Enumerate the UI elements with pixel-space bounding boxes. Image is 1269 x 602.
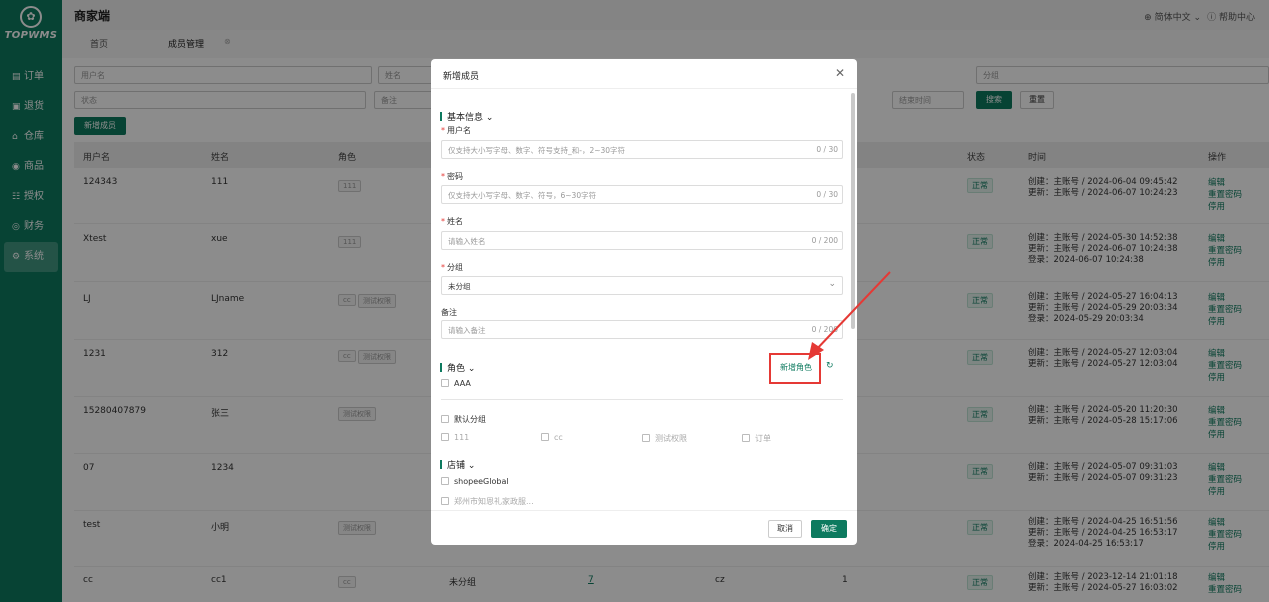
role-checkbox-aaa[interactable]: AAA — [441, 379, 471, 388]
chevron-down-icon: ⌄ — [465, 461, 476, 471]
group-label: * 分组 — [441, 263, 463, 272]
add-member-dialog: 新增成员 ✕ 基本信息 ⌄ * 用户名 仅支持大小写字母、数字、符号支持_和-，2… — [431, 59, 857, 545]
name-input[interactable]: 请输入姓名 0 / 200 — [441, 231, 843, 250]
cancel-button[interactable]: 取消 — [768, 520, 802, 538]
shop-checkbox-shopee[interactable]: shopeeGlobal — [441, 477, 509, 486]
basic-info-section[interactable]: 基本信息 ⌄ — [440, 110, 493, 123]
default-group-checkbox[interactable]: 默认分组 — [441, 414, 486, 425]
chevron-down-icon: ⌄ — [465, 364, 476, 374]
group-checkbox-test-permission[interactable]: 测试权限 — [642, 433, 687, 444]
confirm-button[interactable]: 确定 — [811, 520, 847, 538]
group-checkbox-cc[interactable]: cc — [541, 433, 563, 442]
username-label: * 用户名 — [441, 126, 471, 135]
annotation-arrow-icon — [808, 271, 891, 360]
username-input[interactable]: 仅支持大小写字母、数字、符号支持_和-，2~30字符 0 / 30 — [441, 140, 843, 159]
group-checkbox-order[interactable]: 订单 — [742, 433, 771, 444]
remark-input[interactable]: 请输入备注 0 / 200 — [441, 320, 843, 339]
shop-section[interactable]: 店铺 ⌄ — [440, 458, 475, 471]
chevron-down-icon: ⌄ — [483, 113, 494, 123]
role-section[interactable]: 角色 ⌄ — [440, 361, 475, 374]
group-checkbox-111[interactable]: 111 — [441, 433, 469, 442]
dialog-header: 新增成员 ✕ — [431, 59, 857, 89]
dialog-footer: 取消 确定 — [431, 510, 857, 545]
name-label: * 姓名 — [441, 217, 463, 226]
divider — [441, 399, 843, 400]
close-icon[interactable]: ✕ — [835, 66, 845, 80]
password-input[interactable]: 仅支持大小写字母、数字、符号，6~30字符 0 / 30 — [441, 185, 843, 204]
remark-label: 备注 — [441, 308, 457, 317]
dialog-title: 新增成员 — [443, 72, 480, 82]
shop-checkbox-zhengzhou[interactable]: 郑州市知恩礼家政服... — [441, 496, 534, 507]
group-select[interactable]: 未分组 ⌄ — [441, 276, 843, 295]
password-label: * 密码 — [441, 172, 463, 181]
